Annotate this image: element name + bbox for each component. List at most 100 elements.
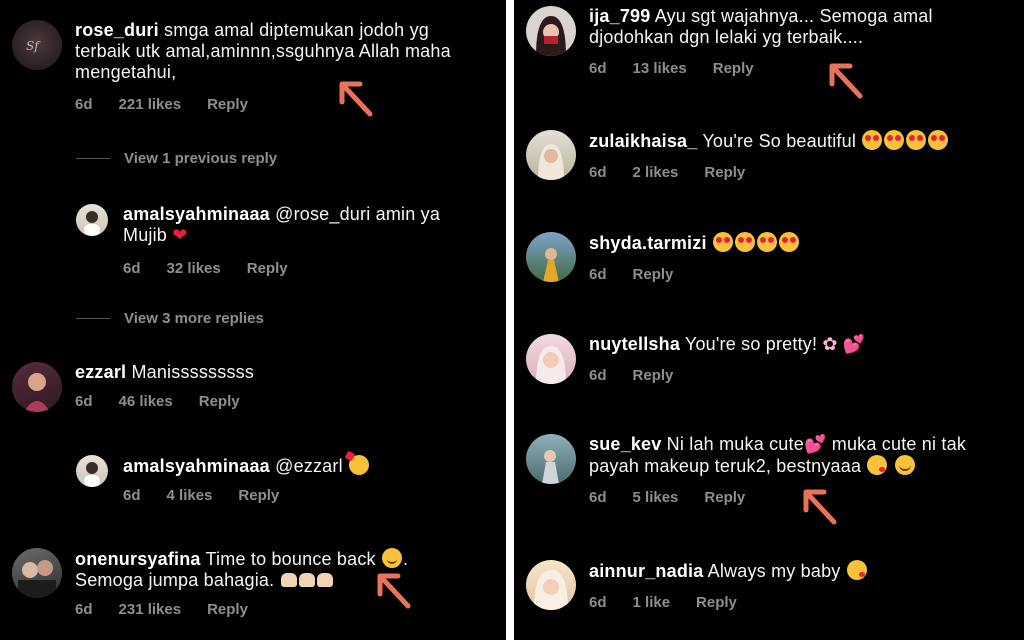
comment-age: 6d [123,260,141,277]
view-previous-replies-button[interactable]: View 1 previous reply [76,150,277,167]
divider-line [76,318,110,319]
comment-username[interactable]: ainnur_nadia [589,561,703,581]
reply-button[interactable]: Reply [704,164,745,181]
comment-likes[interactable]: 221 likes [119,96,182,113]
comment-likes[interactable]: 5 likes [633,489,679,506]
comment-username[interactable]: nuytellsha [589,334,680,354]
panel-divider [506,0,514,640]
comment-likes[interactable]: 46 likes [119,393,173,410]
avatar[interactable] [526,560,576,610]
reply-button[interactable]: Reply [207,96,248,113]
comment-username[interactable]: amalsyahminaaa [123,204,270,224]
avatar[interactable] [526,232,576,282]
comment-likes[interactable]: 231 likes [119,601,182,618]
annotation-arrow-icon [377,573,411,609]
comment-age: 6d [589,489,607,506]
avatar[interactable] [76,455,108,487]
comment-username[interactable]: sue_kev [589,434,661,454]
avatar[interactable] [526,6,576,56]
comment-likes[interactable]: 4 likes [167,487,213,504]
comment-likes[interactable]: 1 like [633,594,671,611]
person-avatar-icon [536,16,566,56]
comment-username[interactable]: shyda.tarmizi [589,233,707,253]
reply-button[interactable]: Reply [704,489,745,506]
comment-likes[interactable]: 2 likes [633,164,679,181]
comment-ezzarl: ezzarl Manisssssssss 6d 46 likes Reply [12,362,482,412]
kiss-emoji-icon [867,455,888,475]
comment-rose-duri: Sf rose_duri smga amal diptemukan jodoh … [12,20,482,113]
comment-ainnur-nadia: ainnur_nadia Always my baby 6d 1 like Re… [526,560,1016,611]
comment-age: 6d [75,96,93,113]
party-face-emoji-icon [348,455,369,475]
avatar[interactable] [12,362,62,412]
svg-text:Sf: Sf [26,39,41,53]
left-comment-panel: Sf rose_duri smga amal diptemukan jodoh … [0,0,506,640]
comment-age: 6d [589,266,607,283]
relieved-face-emoji-icon [894,455,915,475]
two-hearts-emoji-icon: 💕 [803,434,827,454]
comment-age: 6d [75,393,93,410]
comment-likes[interactable]: 32 likes [167,260,221,277]
reply-button[interactable]: Reply [633,367,674,384]
comment-age: 6d [123,487,141,504]
two-hearts-emoji-icon: 💕 [842,334,866,354]
comment-age: 6d [589,60,607,77]
reply-button[interactable]: Reply [199,393,240,410]
comment-onenursyafina: onenursyafina Time to bounce back . Semo… [12,548,492,618]
heart-emoji-icon: ❤ [172,225,188,245]
person-avatar-icon [543,248,559,282]
reply-button[interactable]: Reply [207,601,248,618]
comment-amalsyahminaaa-reply: amalsyahminaaa @rose_duri amin ya Mujib … [76,204,486,277]
divider-line [76,158,110,159]
reply-button[interactable]: Reply [696,594,737,611]
comment-username[interactable]: onenursyafina [75,549,201,569]
annotation-arrow-icon [829,63,863,99]
comment-age: 6d [589,594,607,611]
flexed-biceps-emoji-icon [280,570,334,590]
person-avatar-icon [536,346,566,384]
comment-username[interactable]: rose_duri [75,20,159,40]
view-more-replies-button[interactable]: View 3 more replies [76,310,264,327]
couple-avatar-icon [18,560,56,598]
comment-username[interactable]: zulaikhaisa_ [589,131,697,151]
person-avatar-icon [84,211,100,236]
person-avatar-icon [534,570,568,610]
comment-ija-799: ija_799 Ayu sgt wajahnya... Semoga amal … [526,6,1016,77]
person-avatar-icon [538,144,564,180]
reply-button[interactable]: Reply [713,60,754,77]
avatar[interactable] [76,204,108,236]
comment-amalsyahminaaa-reply: amalsyahminaaa @ezzarl 6d 4 likes Reply [76,455,486,504]
comment-nuytellsha: nuytellsha You're so pretty! ✿ 💕 6d Repl… [526,334,1016,384]
comment-sue-kev: sue_kev Ni lah muka cute💕 muka cute ni t… [526,434,1016,506]
reply-button[interactable]: Reply [633,266,674,283]
comment-username[interactable]: amalsyahminaaa [123,456,270,476]
reply-button[interactable]: Reply [247,260,288,277]
cherry-blossom-emoji-icon: ✿ [822,334,838,354]
person-avatar-icon [542,450,559,484]
logo-avatar-icon: Sf [26,39,41,53]
right-comment-panel: ija_799 Ayu sgt wajahnya... Semoga amal … [514,0,1024,640]
person-avatar-icon [24,373,50,412]
heart-eyes-emoji-icon [861,130,949,151]
kiss-emoji-icon [846,560,867,580]
smiling-face-emoji-icon [381,548,402,568]
avatar[interactable]: Sf [12,20,62,70]
comment-username[interactable]: ezzarl [75,362,126,382]
comment-age: 6d [589,164,607,181]
comment-text: rose_duri smga amal diptemukan jodoh yg … [75,20,451,82]
comment-likes[interactable]: 13 likes [633,60,687,77]
avatar[interactable] [526,130,576,180]
comment-age: 6d [589,367,607,384]
comment-username[interactable]: ija_799 [589,6,650,26]
comment-age: 6d [75,601,93,618]
avatar[interactable] [12,548,62,598]
reply-button[interactable]: Reply [238,487,279,504]
annotation-arrow-icon [339,81,373,117]
person-avatar-icon [84,462,100,487]
heart-eyes-emoji-icon [712,232,800,253]
annotation-arrow-icon [803,489,837,525]
comment-zulaikhaisa: zulaikhaisa_ You're So beautiful 6d 2 li… [526,130,1024,181]
avatar[interactable] [526,334,576,384]
comment-shyda-tarmizi: shyda.tarmizi 6d Reply [526,232,1016,283]
avatar[interactable] [526,434,576,484]
